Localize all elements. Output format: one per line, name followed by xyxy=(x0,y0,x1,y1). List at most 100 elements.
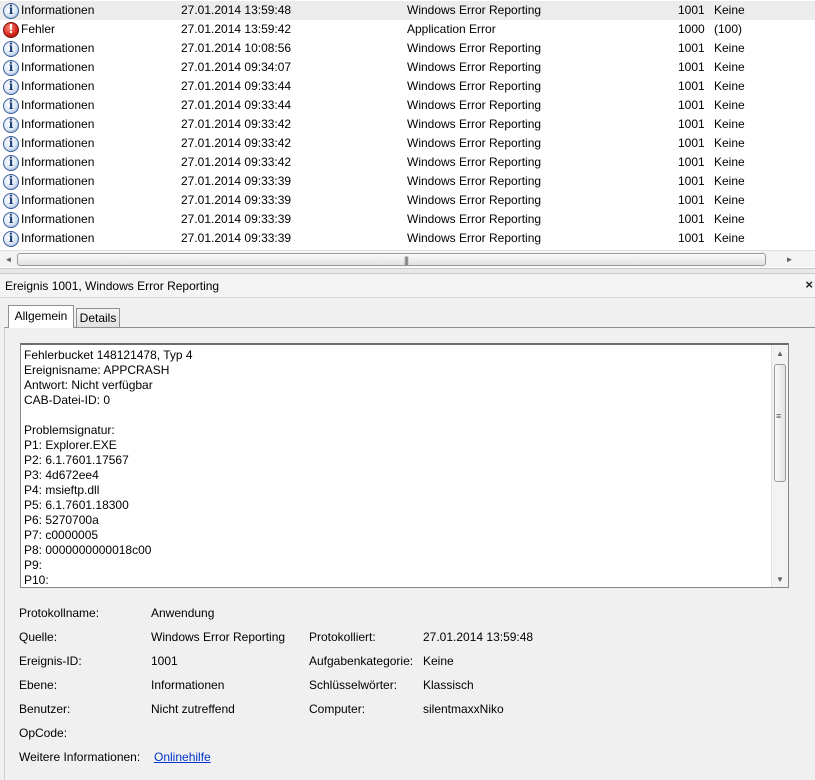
event-date: 27.01.2014 09:33:42 xyxy=(181,136,292,150)
info-icon xyxy=(3,174,19,190)
event-id: 1001 xyxy=(678,98,705,112)
event-row[interactable]: Fehler 27.01.2014 13:59:42 Application Err… xyxy=(0,20,815,39)
horizontal-scroll-thumb[interactable]: ||| xyxy=(17,253,766,266)
scroll-up-arrow-icon[interactable]: ▲ xyxy=(772,345,788,362)
event-id: 1000 xyxy=(678,22,705,36)
source-label: Quelle: xyxy=(19,630,58,644)
event-id: 1001 xyxy=(678,231,705,245)
info-icon xyxy=(3,3,19,19)
scroll-grip-icon: ≡ xyxy=(776,411,782,421)
event-level: Informationen xyxy=(21,136,95,150)
event-category: Keine xyxy=(714,231,745,245)
event-category: Keine xyxy=(714,79,745,93)
event-date: 27.01.2014 09:33:44 xyxy=(181,79,292,93)
event-id-value: 1001 xyxy=(151,654,178,668)
scroll-down-arrow-icon[interactable]: ▼ xyxy=(772,571,788,587)
logged-value: 27.01.2014 13:59:48 xyxy=(423,630,534,644)
event-source: Windows Error Reporting xyxy=(407,212,542,226)
event-category: Keine xyxy=(714,155,745,169)
event-date: 27.01.2014 13:59:48 xyxy=(181,3,292,17)
close-icon[interactable]: × xyxy=(805,277,813,292)
event-row[interactable]: Informationen 27.01.2014 09:33:39 Windows … xyxy=(0,229,815,248)
level-label: Ebene: xyxy=(19,678,58,692)
event-id: 1001 xyxy=(678,212,705,226)
detail-title: Ereignis 1001, Windows Error Reporting xyxy=(5,279,220,293)
event-source: Windows Error Reporting xyxy=(407,174,542,188)
event-row[interactable]: Informationen 27.01.2014 09:33:42 Windows … xyxy=(0,134,815,153)
event-level: Informationen xyxy=(21,41,95,55)
event-category: Keine xyxy=(714,41,745,55)
event-source: Windows Error Reporting xyxy=(407,117,542,131)
keywords-value: Klassisch xyxy=(423,678,474,692)
event-category: Keine xyxy=(714,193,745,207)
event-row[interactable]: Informationen 27.01.2014 09:33:39 Windows … xyxy=(0,191,815,210)
user-value: Nicht zutreffend xyxy=(151,702,235,716)
event-date: 27.01.2014 09:33:39 xyxy=(181,212,292,226)
event-date: 27.01.2014 10:08:56 xyxy=(181,41,292,55)
event-level: Informationen xyxy=(21,79,95,93)
event-id: 1001 xyxy=(678,174,705,188)
event-row[interactable]: Informationen 27.01.2014 09:33:44 Windows … xyxy=(0,77,815,96)
task-category-value: Keine xyxy=(423,654,454,668)
event-id: 1001 xyxy=(678,60,705,74)
event-row[interactable]: Informationen 27.01.2014 09:33:42 Windows … xyxy=(0,153,815,172)
info-icon xyxy=(3,98,19,114)
event-date: 27.01.2014 09:33:39 xyxy=(181,231,292,245)
event-source: Windows Error Reporting xyxy=(407,136,542,150)
event-category: Keine xyxy=(714,212,745,226)
source-value: Windows Error Reporting xyxy=(151,630,286,644)
vertical-scrollbar[interactable]: ▲ ≡ ▼ xyxy=(771,345,788,587)
event-row[interactable]: Informationen 27.01.2014 10:08:56 Windows … xyxy=(0,39,815,58)
info-icon xyxy=(3,41,19,57)
event-category: Keine xyxy=(714,98,745,112)
event-row[interactable]: Informationen 27.01.2014 09:33:42 Windows … xyxy=(0,115,815,134)
scroll-right-arrow-icon[interactable]: ► xyxy=(781,252,798,267)
task-category-label: Aufgabenkategorie: xyxy=(309,654,414,668)
event-row[interactable]: Informationen 27.01.2014 13:59:48 Windows … xyxy=(0,1,815,20)
logged-label: Protokolliert: xyxy=(309,630,376,644)
tab-general[interactable]: Allgemein xyxy=(8,305,74,328)
event-source: Windows Error Reporting xyxy=(407,98,542,112)
event-description-box[interactable]: Fehlerbucket 148121478, Typ 4 Ereignisna… xyxy=(20,343,789,588)
tab-details[interactable]: Details xyxy=(76,308,120,327)
horizontal-scrollbar[interactable]: ◄ ||| ► xyxy=(0,250,815,267)
keywords-label: Schlüsselwörter: xyxy=(309,678,398,692)
event-id: 1001 xyxy=(678,41,705,55)
event-id: 1001 xyxy=(678,136,705,150)
event-date: 27.01.2014 09:33:39 xyxy=(181,174,292,188)
event-date: 27.01.2014 09:33:42 xyxy=(181,117,292,131)
info-icon xyxy=(3,231,19,247)
log-name-value: Anwendung xyxy=(151,606,215,620)
event-id: 1001 xyxy=(678,79,705,93)
computer-label: Computer: xyxy=(309,702,366,716)
info-icon xyxy=(3,155,19,171)
event-row[interactable]: Informationen 27.01.2014 09:33:39 Windows … xyxy=(0,172,815,191)
event-level: Informationen xyxy=(21,174,95,188)
event-level: Fehler xyxy=(21,22,56,36)
event-description-text: Fehlerbucket 148121478, Typ 4 Ereignisna… xyxy=(24,348,193,587)
scroll-left-arrow-icon[interactable]: ◄ xyxy=(0,252,17,267)
event-row[interactable]: Informationen 27.01.2014 09:34:07 Windows … xyxy=(0,58,815,77)
event-category: Keine xyxy=(714,3,745,17)
event-source: Windows Error Reporting xyxy=(407,60,542,74)
event-date: 27.01.2014 09:33:39 xyxy=(181,193,292,207)
event-source: Windows Error Reporting xyxy=(407,3,542,17)
computer-value: silentmaxxNiko xyxy=(423,702,504,716)
event-id: 1001 xyxy=(678,193,705,207)
event-row[interactable]: Informationen 27.01.2014 09:33:44 Windows … xyxy=(0,96,815,115)
level-value: Informationen xyxy=(151,678,225,692)
event-id: 1001 xyxy=(678,155,705,169)
detail-header: Ereignis 1001, Windows Error Reporting × xyxy=(0,274,815,298)
event-row[interactable]: Informationen 27.01.2014 09:33:39 Windows … xyxy=(0,210,815,229)
vertical-scroll-thumb[interactable]: ≡ xyxy=(774,364,786,482)
event-level: Informationen xyxy=(21,231,95,245)
event-id: 1001 xyxy=(678,3,705,17)
online-help-link[interactable]: Onlinehilfe xyxy=(154,750,211,764)
event-list[interactable]: Informationen 27.01.2014 13:59:48 Windows … xyxy=(0,0,815,268)
event-id-label: Ereignis-ID: xyxy=(19,654,82,668)
scroll-grip-icon: ||| xyxy=(404,255,409,265)
event-level: Informationen xyxy=(21,3,95,17)
event-category: (100) xyxy=(714,22,743,36)
more-info-label: Weitere Informationen: xyxy=(19,750,141,764)
info-icon xyxy=(3,193,19,209)
